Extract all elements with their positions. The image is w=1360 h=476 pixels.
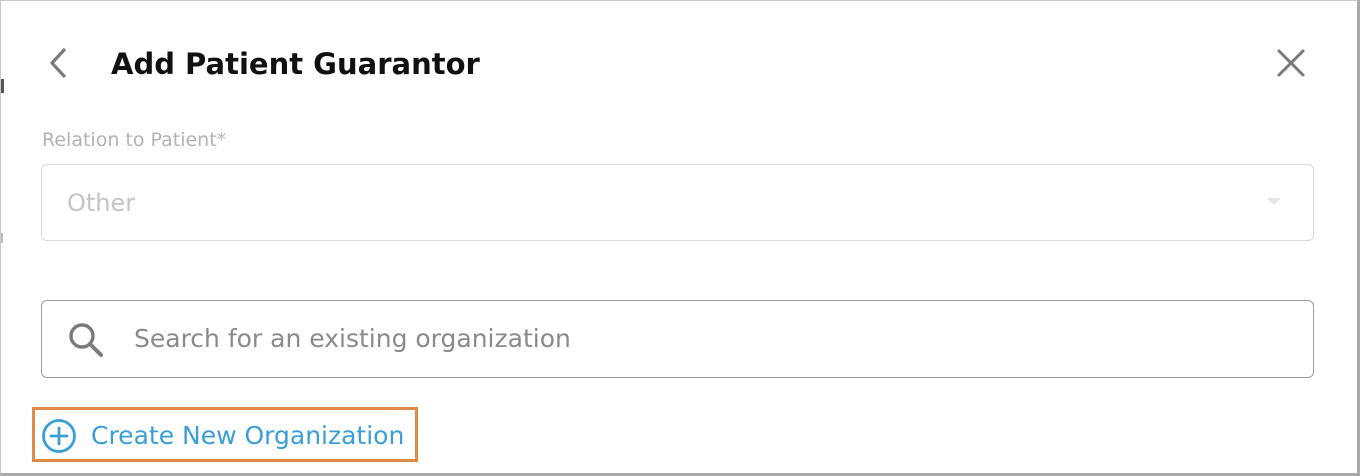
- edge-marker: [1, 233, 3, 243]
- back-button[interactable]: [41, 45, 75, 81]
- relation-select[interactable]: Other: [41, 164, 1314, 241]
- create-organization-label: Create New Organization: [91, 421, 405, 450]
- organization-search-input[interactable]: [134, 319, 1284, 357]
- page-title: Add Patient Guarantor: [111, 47, 480, 81]
- relation-field-label: Relation to Patient*: [42, 129, 227, 151]
- modal-dialog: Add Patient Guarantor Relation to Patien…: [0, 0, 1360, 476]
- create-organization-button[interactable]: Create New Organization: [41, 417, 404, 455]
- edge-marker: [1, 79, 4, 93]
- caret-down-icon: [1267, 198, 1281, 205]
- relation-select-value: Other: [67, 189, 136, 217]
- organization-search-box[interactable]: [41, 300, 1314, 378]
- plus-circle-icon: [42, 419, 76, 453]
- close-button[interactable]: [1271, 43, 1311, 83]
- close-icon: [1277, 49, 1305, 77]
- search-icon: [69, 323, 103, 357]
- chevron-left-icon: [50, 48, 66, 78]
